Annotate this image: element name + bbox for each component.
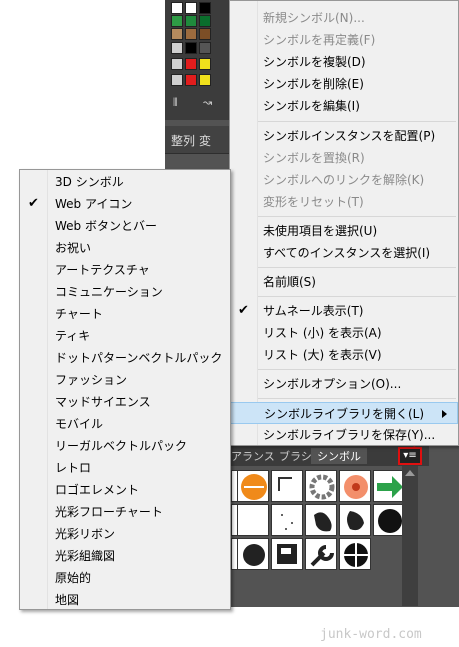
menu-separator (258, 296, 456, 297)
library-item-retro[interactable]: レトロ (20, 457, 230, 479)
symbols-panel-menu: 新規シンボル(N)... シンボルを再定義(F) シンボルを複製(D) シンボル… (229, 0, 459, 446)
tab-align[interactable]: 整列 (171, 134, 195, 148)
tab-brushes[interactable]: ブラシ (279, 448, 312, 464)
swatch-library-icon[interactable]: ⫴ (173, 96, 178, 110)
library-item-mobile[interactable]: モバイル (20, 413, 230, 435)
swatches-strip: ⫴ ↝ (165, 0, 229, 120)
color-swatch[interactable] (185, 58, 197, 70)
symbol-thumb[interactable] (339, 504, 371, 536)
checkmark-icon: ✔ (28, 196, 39, 211)
menu-item-place-instance[interactable]: シンボルインスタンスを配置(P) (230, 125, 458, 147)
menu-item-label: シンボルライブラリを開く(L) (264, 407, 425, 421)
library-item-dot-pattern[interactable]: ドットパターンベクトルパック (20, 347, 230, 369)
color-swatch[interactable] (199, 74, 211, 86)
submenu-arrow-icon (442, 410, 447, 418)
library-item-3d-symbols[interactable]: 3D シンボル (20, 171, 230, 193)
symbols-scrollbar[interactable] (402, 466, 418, 606)
symbol-library-submenu: 3D シンボル ✔ Web アイコン Web ボタンとバー お祝い アートテクス… (19, 169, 231, 610)
symbol-thumb[interactable] (373, 470, 405, 502)
menu-separator (258, 121, 456, 122)
tab-transform[interactable]: 変 (199, 134, 211, 148)
scroll-up-icon[interactable] (405, 470, 415, 476)
folder-swatch[interactable] (171, 74, 183, 86)
menu-item-delete-symbol[interactable]: シンボルを削除(E) (230, 73, 458, 95)
color-swatch[interactable] (171, 28, 183, 40)
menu-item-select-unused[interactable]: 未使用項目を選択(U) (230, 220, 458, 242)
symbol-thumb[interactable] (271, 504, 303, 536)
symbol-thumb[interactable] (305, 538, 337, 570)
library-item-web-icons[interactable]: ✔ Web アイコン (20, 193, 230, 215)
menu-separator (258, 216, 456, 217)
library-item-fashion[interactable]: ファッション (20, 369, 230, 391)
color-swatch[interactable] (199, 58, 211, 70)
color-swatch[interactable] (185, 74, 197, 86)
menu-item-break-link[interactable]: シンボルへのリンクを解除(K) (230, 169, 458, 191)
color-swatch[interactable] (199, 2, 211, 14)
color-swatch[interactable] (199, 42, 211, 54)
library-item-celebration[interactable]: お祝い (20, 237, 230, 259)
menu-item-small-list-view[interactable]: リスト (小) を表示(A) (230, 322, 458, 344)
color-swatch[interactable] (199, 15, 211, 27)
symbol-thumb[interactable] (237, 538, 269, 570)
color-swatch[interactable] (199, 28, 211, 40)
library-item-logo-elements[interactable]: ロゴエレメント (20, 479, 230, 501)
library-item-label: Web アイコン (55, 197, 133, 211)
library-item-web-buttons[interactable]: Web ボタンとバー (20, 215, 230, 237)
library-item-communication[interactable]: コミュニケーション (20, 281, 230, 303)
symbol-thumb[interactable] (237, 470, 269, 502)
tab-symbols[interactable]: シンボル (311, 448, 367, 464)
menu-item-label: サムネール表示(T) (263, 304, 364, 318)
library-item-art-textures[interactable]: アートテクスチャ (20, 259, 230, 281)
library-item-glow-org-chart[interactable]: 光彩組織図 (20, 545, 230, 567)
menu-item-edit-symbol[interactable]: シンボルを編集(I) (230, 95, 458, 117)
checkmark-icon: ✔ (238, 303, 249, 318)
menu-item-save-symbol-library[interactable]: シンボルライブラリを保存(Y)... (230, 424, 458, 446)
symbol-thumb[interactable] (271, 470, 303, 502)
menu-item-new-symbol[interactable]: 新規シンボル(N)... (230, 7, 458, 29)
watermark: junk-word.com (320, 627, 422, 642)
none-swatch[interactable] (171, 2, 183, 14)
folder-swatch[interactable] (171, 42, 183, 54)
library-item-maps[interactable]: 地図 (20, 589, 230, 611)
color-swatch[interactable] (171, 15, 183, 27)
symbol-thumb[interactable] (339, 538, 371, 570)
menu-item-thumbnail-view[interactable]: ✔ サムネール表示(T) (230, 300, 458, 322)
symbol-thumb[interactable] (373, 504, 405, 536)
library-item-tiki[interactable]: ティキ (20, 325, 230, 347)
registration-swatch[interactable] (185, 2, 197, 14)
library-item-charts[interactable]: チャート (20, 303, 230, 325)
symbol-thumb[interactable] (305, 470, 337, 502)
menu-item-sort-by-name[interactable]: 名前順(S) (230, 271, 458, 293)
menu-separator (258, 398, 456, 399)
swatch-kind-icon[interactable]: ↝ (203, 96, 212, 109)
symbol-thumb[interactable] (237, 504, 269, 536)
menu-separator (258, 369, 456, 370)
symbol-thumb[interactable] (271, 538, 303, 570)
menu-item-large-list-view[interactable]: リスト (大) を表示(V) (230, 344, 458, 366)
library-item-primitive[interactable]: 原始的 (20, 567, 230, 589)
menu-separator (258, 267, 456, 268)
menu-item-duplicate-symbol[interactable]: シンボルを複製(D) (230, 51, 458, 73)
library-item-regal-vector[interactable]: リーガルベクトルパック (20, 435, 230, 457)
menu-item-symbol-options[interactable]: シンボルオプション(O)... (230, 373, 458, 395)
color-swatch[interactable] (185, 42, 197, 54)
menu-item-replace-symbol[interactable]: シンボルを置換(R) (230, 147, 458, 169)
folder-swatch[interactable] (171, 58, 183, 70)
library-item-glow-ribbons[interactable]: 光彩リボン (20, 523, 230, 545)
symbol-thumb[interactable] (339, 470, 371, 502)
symbols-grid (229, 466, 417, 606)
symbol-thumb[interactable] (305, 504, 337, 536)
tab-transparency[interactable]: アランス (231, 448, 275, 464)
menu-item-open-symbol-library[interactable]: シンボルライブラリを開く(L) (230, 402, 458, 424)
color-swatch[interactable] (185, 28, 197, 40)
color-swatch[interactable] (185, 15, 197, 27)
menu-item-reset-transform[interactable]: 変形をリセット(T) (230, 191, 458, 213)
menu-item-redefine-symbol[interactable]: シンボルを再定義(F) (230, 29, 458, 51)
menu-item-select-all-instances[interactable]: すべてのインスタンスを選択(I) (230, 242, 458, 264)
align-panel-tabs: 整列変 (165, 126, 231, 154)
library-item-glow-flowchart[interactable]: 光彩フローチャート (20, 501, 230, 523)
library-item-mad-science[interactable]: マッドサイエンス (20, 391, 230, 413)
